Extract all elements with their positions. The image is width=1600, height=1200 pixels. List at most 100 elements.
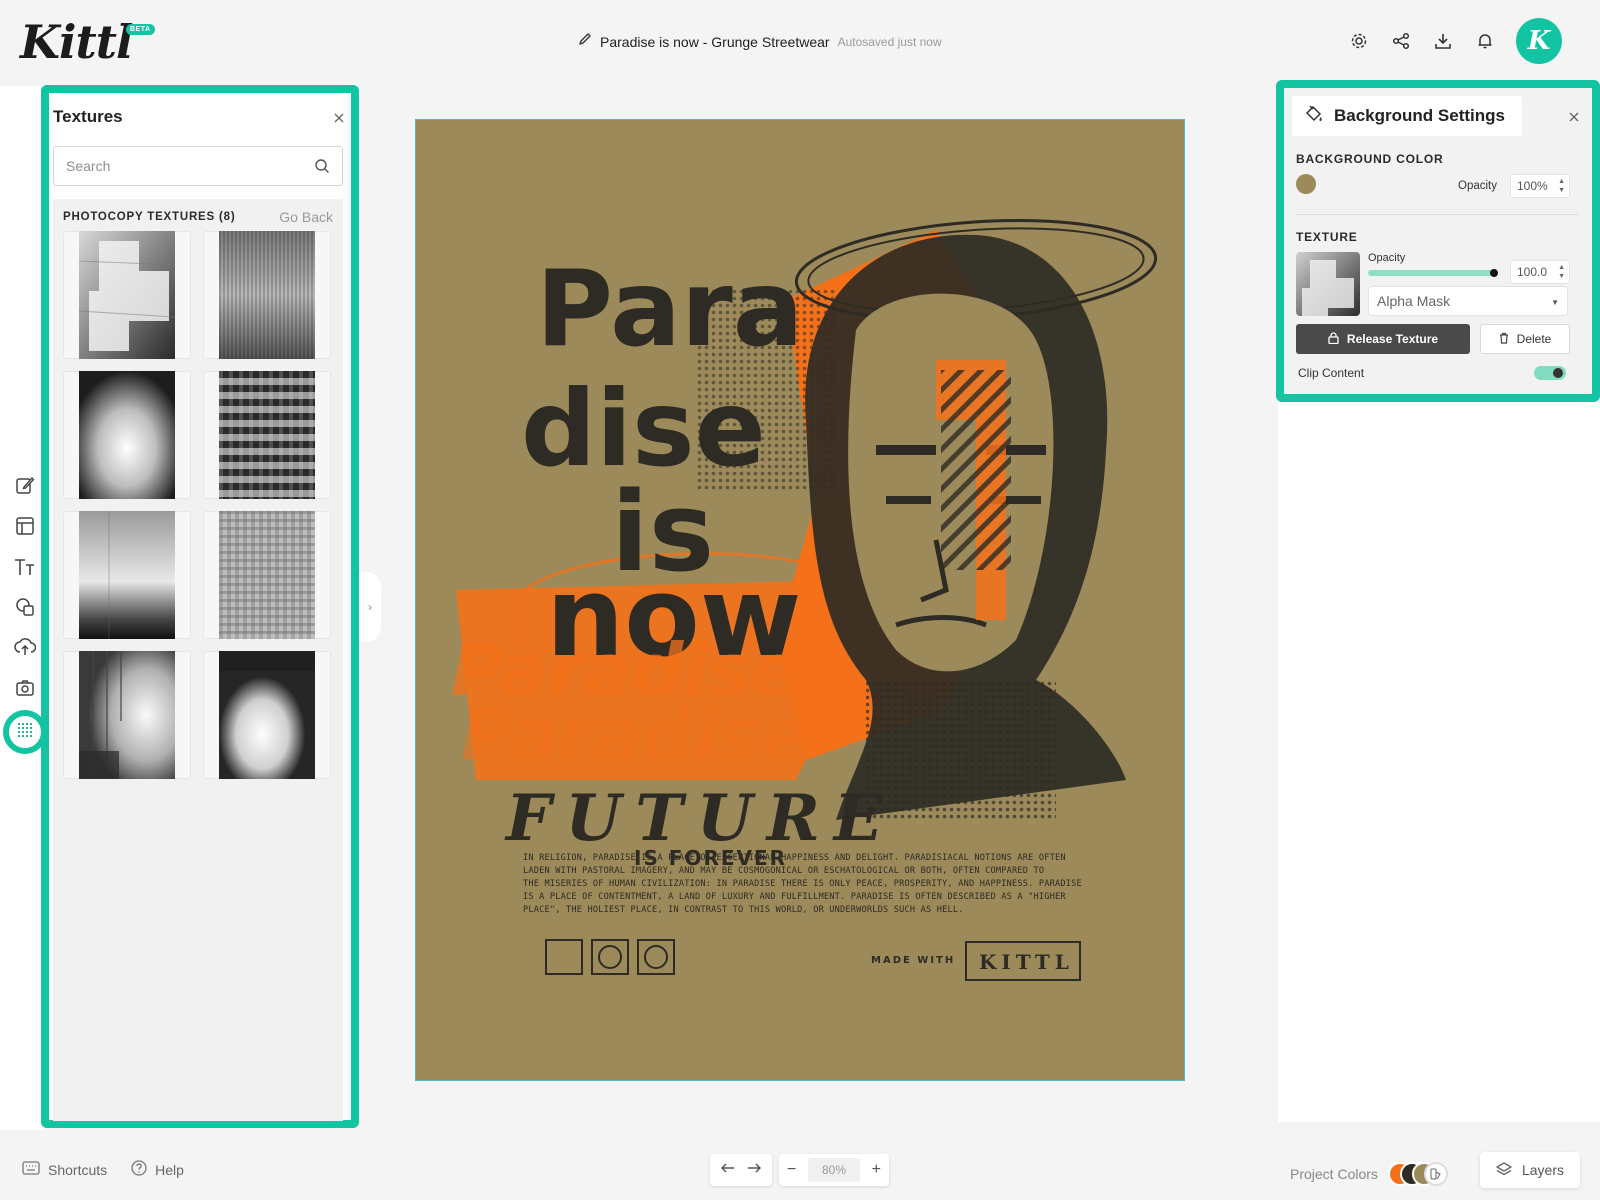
body-text-line: IS A PLACE OF CONTENTMENT, A LAND OF LUX… [523, 892, 1066, 902]
applied-texture-thumbnail[interactable] [1296, 252, 1360, 316]
brand-stamp: KITTL [979, 950, 1074, 974]
zoom-controls: − 80% + [779, 1154, 889, 1186]
collapse-panel-tab[interactable]: › [359, 572, 381, 642]
paint-bucket-icon [1304, 104, 1324, 129]
body-text-line: IN RELIGION, PARADISE IS A PLACE OF EXCE… [523, 853, 1066, 863]
texture-thumbnail [219, 231, 315, 359]
body-text-line: THE MISERIES OF HUMAN CIVILIZATION: IN P… [523, 879, 1082, 889]
stepper-icon[interactable]: ▲ ▼ [1558, 177, 1565, 195]
texture-section-label: PHOTOCOPY TEXTURES (8) [63, 211, 236, 223]
texture-opacity-input[interactable]: 100.0 ▲ ▼ [1510, 260, 1570, 284]
close-icon[interactable] [1568, 110, 1580, 128]
texture-opacity-label: Opacity [1368, 252, 1406, 264]
pencil-icon [578, 32, 592, 51]
bg-opacity-input[interactable]: 100% ▲ ▼ [1510, 174, 1570, 198]
headline-line: Para [536, 248, 804, 370]
slider-handle[interactable] [1490, 269, 1498, 277]
clip-content-toggle[interactable] [1534, 366, 1566, 380]
kittl-logo[interactable]: Kittl BETA [20, 14, 160, 70]
background-settings-panel: Background Settings BACKGROUND COLOR Opa… [1276, 80, 1600, 402]
clip-content-label: Clip Content [1298, 366, 1365, 380]
zoom-in-button[interactable]: + [872, 1161, 881, 1179]
release-texture-label: Release Texture [1346, 332, 1439, 346]
palette-icon[interactable] [1423, 1162, 1448, 1186]
body-text-line: PLACE", THE HOLIEST PLACE, IN CONTRAST T… [523, 905, 964, 915]
shortcuts-button[interactable]: Shortcuts [22, 1161, 107, 1178]
search-icon [314, 158, 330, 179]
texture-thumbnail [219, 511, 315, 639]
delete-label: Delete [1516, 332, 1552, 346]
delete-texture-button[interactable]: Delete [1480, 324, 1570, 354]
texture-thumbnail [79, 371, 175, 499]
settings-gear-icon[interactable] [1348, 30, 1370, 52]
texture-tile-photocopy-2[interactable] [203, 231, 331, 359]
undo-icon[interactable] [720, 1161, 735, 1179]
edit-icon[interactable] [14, 474, 36, 496]
photo-camera-icon[interactable] [14, 677, 36, 699]
mask-mode-select[interactable]: Alpha Mask ▼ [1368, 286, 1568, 316]
background-settings-tab[interactable]: Background Settings [1292, 96, 1522, 136]
artwork: Para dise is now Paradise Paradise FUTUR… [451, 218, 1158, 981]
texture-tile-photocopy-3[interactable] [63, 371, 191, 499]
texture-tile-photocopy-1[interactable] [63, 231, 191, 359]
text-icon[interactable] [14, 556, 36, 578]
shortcuts-label: Shortcuts [48, 1161, 108, 1178]
stepper-icon[interactable]: ▲ ▼ [1558, 263, 1565, 281]
divider [1296, 214, 1578, 215]
beta-badge: BETA [126, 24, 155, 35]
chevron-down-icon: ▼ [1551, 298, 1559, 307]
layers-label: Layers [1521, 1162, 1565, 1178]
background-settings-title: Background Settings [1334, 106, 1505, 125]
release-texture-button[interactable]: Release Texture [1296, 324, 1470, 354]
trash-icon [1499, 332, 1509, 347]
layers-icon [1496, 1161, 1512, 1180]
body-text-line: LADEN WITH PASTORAL IMAGERY, AND MAY BE … [523, 866, 1044, 876]
texture-tile-photocopy-4[interactable] [203, 371, 331, 499]
close-icon[interactable] [333, 111, 345, 129]
zoom-level[interactable]: 80% [808, 1158, 860, 1182]
templates-icon[interactable] [14, 515, 36, 537]
help-label: Help [155, 1161, 184, 1178]
layers-button[interactable]: Layers [1480, 1152, 1580, 1188]
top-actions: K [1348, 18, 1562, 64]
shapes-icon[interactable] [14, 596, 36, 618]
autosave-status: Autosaved just now [837, 34, 942, 49]
share-icon[interactable] [1390, 30, 1412, 52]
texture-tile-photocopy-6[interactable] [203, 511, 331, 639]
textures-icon [16, 721, 34, 744]
document-title-bar[interactable]: Paradise is now - Grunge Streetwear Auto… [578, 32, 942, 51]
texture-opacity-slider[interactable] [1368, 269, 1498, 277]
texture-thumbnail [79, 651, 175, 779]
logo-wordmark: Kittl [20, 15, 133, 69]
texture-thumbnail [219, 371, 315, 499]
texture-search-field[interactable] [53, 146, 343, 186]
texture-label: TEXTURE [1296, 230, 1358, 244]
notification-bell-icon[interactable] [1474, 30, 1496, 52]
redo-icon[interactable] [747, 1161, 762, 1179]
user-avatar[interactable]: K [1516, 18, 1562, 64]
help-button[interactable]: Help [131, 1160, 184, 1179]
project-colors-label: Project Colors [1290, 1166, 1378, 1182]
bg-opacity-label: Opacity [1458, 180, 1497, 192]
texture-tile-photocopy-8[interactable] [203, 651, 331, 779]
background-color-label: BACKGROUND COLOR [1296, 152, 1444, 166]
search-input[interactable] [66, 158, 296, 174]
mask-mode-value: Alpha Mask [1377, 293, 1451, 309]
tool-rail [0, 86, 44, 1130]
chevron-right-icon: › [368, 600, 372, 614]
artboard[interactable]: Para dise is now Paradise Paradise FUTUR… [415, 119, 1185, 1081]
upload-icon[interactable] [14, 636, 36, 658]
document-title[interactable]: Paradise is now - Grunge Streetwear [600, 34, 830, 50]
zoom-out-button[interactable]: − [787, 1161, 796, 1179]
texture-opacity-value: 100.0 [1517, 265, 1548, 279]
background-color-swatch[interactable] [1296, 174, 1316, 194]
go-back-link[interactable]: Go Back [279, 209, 333, 225]
texture-tile-photocopy-7[interactable] [63, 651, 191, 779]
project-colors[interactable]: Project Colors [1290, 1162, 1450, 1186]
future-title: FUTURE [504, 781, 897, 856]
bottom-left-links: Shortcuts Help [22, 1160, 184, 1179]
texture-library: PHOTOCOPY TEXTURES (8) Go Back [53, 199, 343, 1121]
texture-thumbnail [79, 231, 175, 359]
download-icon[interactable] [1432, 30, 1454, 52]
texture-tile-photocopy-5[interactable] [63, 511, 191, 639]
